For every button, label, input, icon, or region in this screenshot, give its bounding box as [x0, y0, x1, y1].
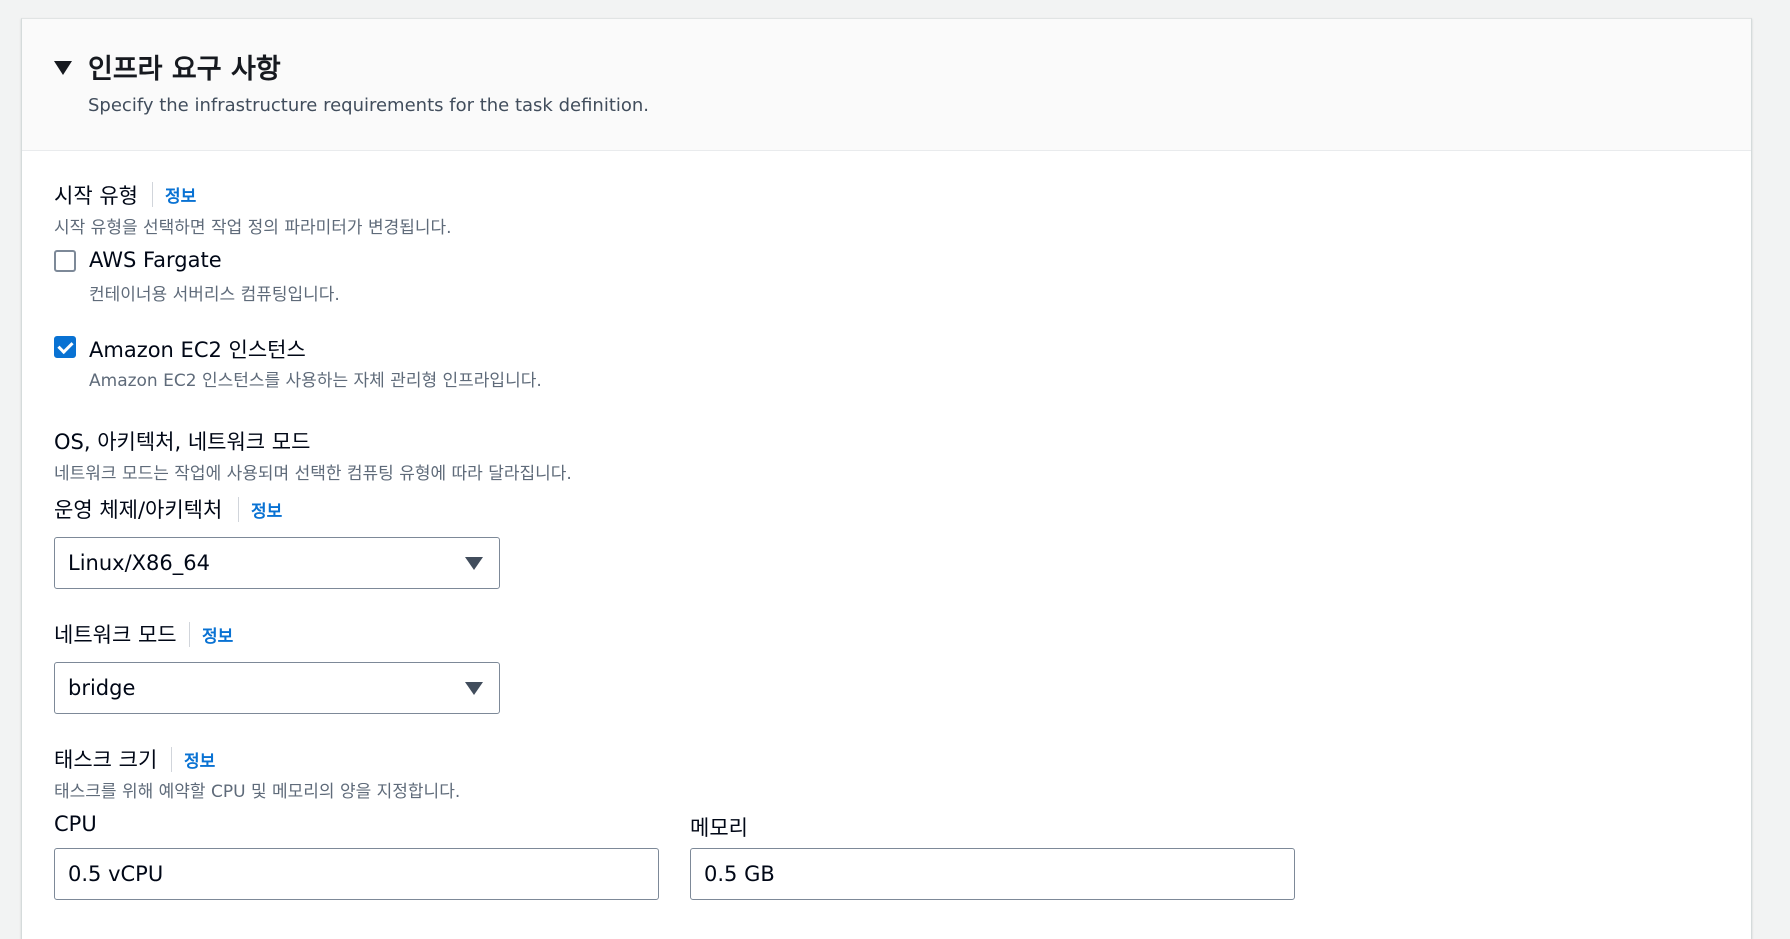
fargate-option-label[interactable]: AWS Fargate	[89, 248, 222, 272]
panel-description: Specify the infrastructure requirements …	[88, 95, 650, 116]
ec2-option-label[interactable]: Amazon EC2 인스턴스	[89, 334, 306, 364]
fargate-option-description: 컨테이너용 서버리스 컴퓨팅입니다.	[89, 285, 340, 305]
launch-type-info-link[interactable]: 정보	[152, 182, 196, 207]
memory-field[interactable]: 0.5 GB	[690, 848, 1295, 900]
memory-label: 메모리	[690, 816, 748, 840]
os-arch-info-link[interactable]: 정보	[238, 497, 282, 522]
cpu-field[interactable]: 0.5 vCPU	[54, 848, 659, 900]
os-arch-network-heading: OS, 아키텍처, 네트워크 모드	[54, 430, 311, 454]
launch-type-description: 시작 유형을 선택하면 작업 정의 파라미터가 변경됩니다.	[54, 218, 452, 238]
chevron-down-icon	[465, 557, 483, 570]
network-mode-select-value: bridge	[68, 676, 136, 700]
os-arch-label: 운영 체제/아키텍처	[54, 498, 223, 522]
os-arch-select[interactable]: Linux/X86_64	[54, 537, 500, 589]
task-size-info-link[interactable]: 정보	[171, 747, 215, 772]
fargate-checkbox[interactable]	[54, 250, 76, 272]
panel-title: 인프라 요구 사항	[88, 54, 281, 85]
network-mode-info-link[interactable]: 정보	[189, 622, 233, 647]
panel-header[interactable]: 인프라 요구 사항 Specify the infrastructure req…	[22, 19, 1751, 151]
network-mode-label: 네트워크 모드	[54, 623, 177, 647]
cpu-label: CPU	[54, 812, 97, 836]
memory-value: 0.5 GB	[704, 862, 775, 886]
ec2-checkbox[interactable]	[54, 336, 76, 358]
caret-down-icon[interactable]	[54, 61, 72, 75]
network-mode-select[interactable]: bridge	[54, 662, 500, 714]
os-arch-select-value: Linux/X86_64	[68, 551, 210, 575]
task-size-label: 태스크 크기	[54, 748, 158, 772]
chevron-down-icon	[465, 682, 483, 695]
ec2-option-description: Amazon EC2 인스턴스를 사용하는 자체 관리형 인프라입니다.	[89, 371, 542, 391]
cpu-value: 0.5 vCPU	[68, 862, 164, 886]
os-arch-network-description: 네트워크 모드는 작업에 사용되며 선택한 컴퓨팅 유형에 따라 달라집니다.	[54, 464, 572, 484]
launch-type-label: 시작 유형	[54, 184, 138, 208]
task-size-description: 태스크를 위해 예약할 CPU 및 메모리의 양을 지정합니다.	[54, 782, 461, 802]
